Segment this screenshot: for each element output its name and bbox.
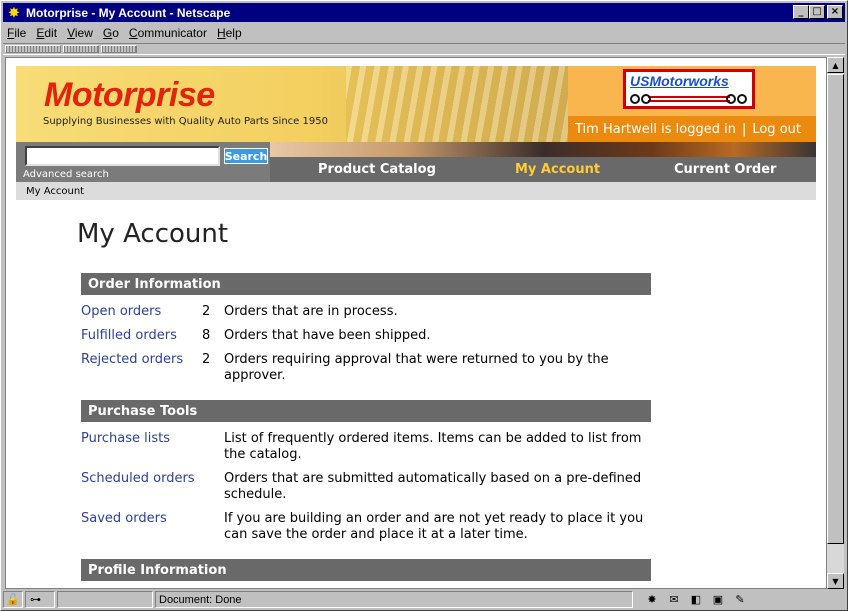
menu-bar: File Edit View Go Communicator Help [3, 23, 845, 42]
rejected-orders-count: 2 [202, 352, 211, 367]
location-toolbar-grip[interactable] [63, 45, 99, 53]
status-bar: 🔓 ⊶ Document: Done ✸ ✉ ◧ ▣ ✎ [3, 590, 845, 609]
collapsed-toolbars [3, 43, 845, 55]
navigator-icon[interactable]: ✸ [641, 593, 663, 606]
scroll-down-button[interactable]: ▼ [827, 573, 844, 589]
netscape-icon: ✸ [8, 5, 20, 20]
minimize-button[interactable]: _ [793, 5, 809, 19]
menu-go[interactable]: Go [103, 26, 119, 40]
logo-area: Motorprise Supplying Businesses with Qua… [16, 66, 568, 142]
mail-icon[interactable]: ✉ [663, 593, 685, 606]
section-header-purchase-tools: Purchase Tools [81, 400, 651, 422]
navigation-toolbar-grip[interactable] [5, 45, 61, 53]
menu-help[interactable]: Help [217, 26, 242, 40]
menu-view[interactable]: View [67, 26, 93, 40]
scroll-thumb[interactable] [827, 74, 844, 544]
separator: | [741, 121, 747, 137]
brand-logo[interactable]: Motorprise [44, 76, 215, 115]
wheel-icon [737, 94, 747, 104]
logout-link[interactable]: Log out [752, 122, 801, 137]
usmotorworks-logo[interactable]: USMotorworks [623, 69, 755, 109]
nav-my-account[interactable]: My Account [515, 162, 600, 177]
wheel-icon [630, 94, 640, 104]
scroll-up-button[interactable]: ▲ [827, 57, 844, 73]
open-orders-description: Orders that are in process. [224, 304, 398, 319]
search-area: Search Advanced search [16, 142, 270, 182]
page-viewport: Motorprise Supplying Businesses with Qua… [5, 57, 827, 589]
close-button[interactable]: × [827, 5, 843, 19]
banner-strip [270, 142, 816, 157]
saved-orders-link[interactable]: Saved orders [81, 511, 167, 527]
window-controls: _ □ × [793, 5, 843, 19]
purchase-lists-description: List of frequently ordered items. Items … [224, 431, 642, 462]
progress-bar [57, 591, 153, 608]
browser-window: ✸ Motorprise - My Account - Netscape _ □… [0, 0, 848, 611]
advanced-search-link[interactable]: Advanced search [23, 169, 109, 180]
fulfilled-orders-count: 8 [202, 328, 211, 343]
composer-icon[interactable]: ▣ [707, 593, 729, 606]
status-text: Document: Done [155, 591, 633, 608]
menu-edit[interactable]: Edit [36, 26, 57, 40]
online-status-icon[interactable]: ⊶ [25, 591, 55, 608]
site-header: Motorprise Supplying Businesses with Qua… [16, 66, 816, 142]
truck-graphic [630, 94, 748, 104]
partner-area: USMotorworks Tim Hartwell is logged in |… [568, 66, 816, 142]
fulfilled-orders-description: Orders that have been shipped. [224, 328, 431, 343]
saved-orders-description: If you are building an order and are not… [224, 511, 644, 542]
section-header-profile-information: Profile Information [81, 559, 651, 581]
partner-name: USMotorworks [630, 73, 729, 89]
rejected-orders-link[interactable]: Rejected orders [81, 352, 183, 368]
purchase-lists-link[interactable]: Purchase lists [81, 431, 170, 447]
vertical-scrollbar[interactable]: ▲ ▼ [827, 57, 844, 589]
login-status: Tim Hartwell is logged in | Log out [568, 116, 816, 142]
personal-toolbar-grip[interactable] [101, 45, 137, 53]
tagline: Supplying Businesses with Quality Auto P… [43, 116, 328, 127]
menu-communicator[interactable]: Communicator [129, 26, 207, 40]
search-input[interactable] [25, 146, 220, 166]
open-orders-count: 2 [202, 304, 211, 319]
scheduled-orders-link[interactable]: Scheduled orders [81, 471, 195, 487]
main-nav: Product Catalog My Account Current Order [270, 157, 816, 182]
scheduled-orders-description: Orders that are submitted automatically … [224, 471, 642, 502]
breadcrumb: My Account [16, 182, 816, 200]
nav-current-order[interactable]: Current Order [674, 162, 776, 177]
title-bar: ✸ Motorprise - My Account - Netscape _ □… [3, 3, 845, 22]
rejected-orders-description: Orders requiring approval that were retu… [224, 352, 609, 383]
fulfilled-orders-link[interactable]: Fulfilled orders [81, 328, 177, 344]
section-header-order-information: Order Information [81, 273, 651, 295]
window-title: Motorprise - My Account - Netscape [26, 5, 231, 20]
maximize-button[interactable]: □ [809, 5, 825, 19]
bookmark-icon[interactable]: ✎ [729, 593, 751, 606]
menu-file[interactable]: File [7, 26, 26, 40]
page-title: My Account [77, 219, 229, 249]
discussions-icon[interactable]: ◧ [685, 593, 707, 606]
car-photo [346, 66, 568, 142]
open-orders-link[interactable]: Open orders [81, 304, 161, 320]
search-button[interactable]: Search [224, 148, 268, 164]
security-icon[interactable]: 🔓 [3, 591, 23, 608]
login-text: Tim Hartwell is logged in [575, 121, 736, 137]
wheel-icon [641, 94, 651, 104]
component-bar: ✸ ✉ ◧ ▣ ✎ [641, 593, 751, 606]
wheel-icon [726, 94, 736, 104]
nav-product-catalog[interactable]: Product Catalog [318, 162, 436, 177]
